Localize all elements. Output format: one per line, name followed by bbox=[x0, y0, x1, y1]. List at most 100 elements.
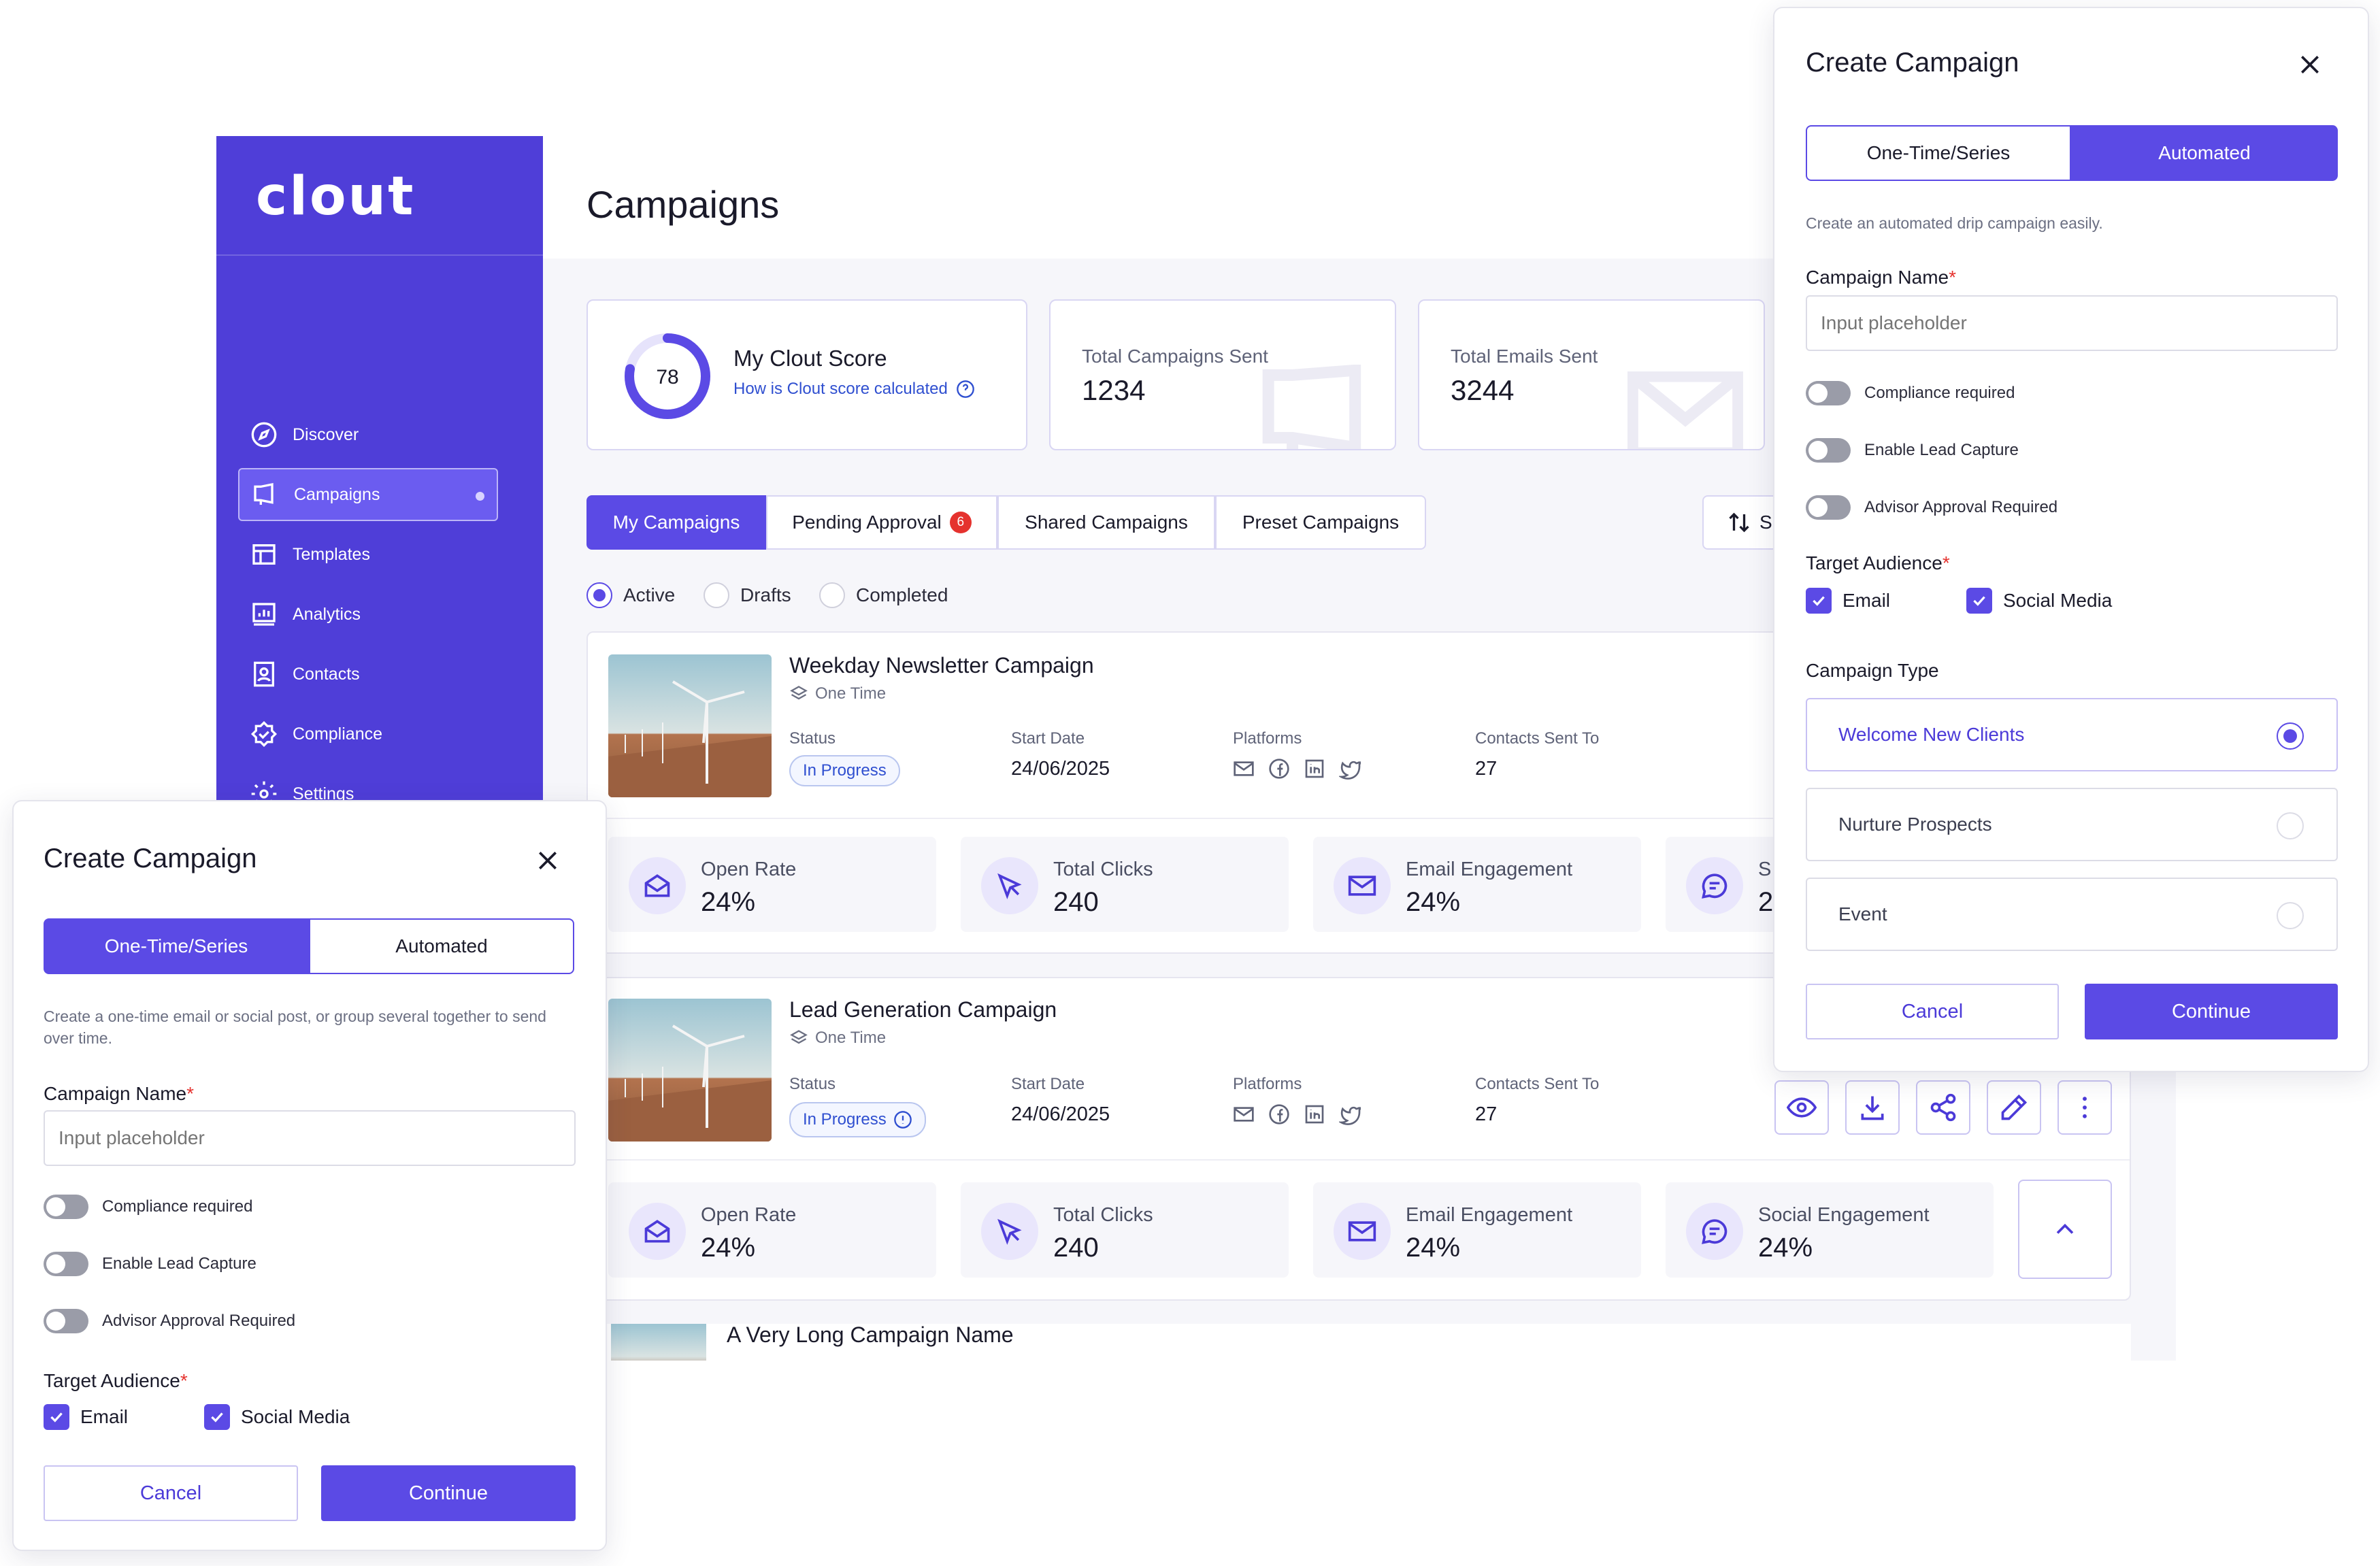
campaign-name-input[interactable] bbox=[44, 1110, 576, 1166]
campaign-thumbnail bbox=[608, 654, 772, 797]
segment-one-time-series[interactable]: One-Time/Series bbox=[1806, 125, 2071, 181]
sidebar-item-templates[interactable]: Templates bbox=[238, 528, 498, 581]
metric-label: S bbox=[1758, 859, 1772, 880]
contacts-label: Contacts Sent To bbox=[1475, 729, 1600, 748]
download-icon bbox=[1861, 1096, 1884, 1120]
segment-automated[interactable]: Automated bbox=[2071, 125, 2338, 181]
metric-label: Email Engagement bbox=[1406, 859, 1573, 880]
collapse-button[interactable] bbox=[2018, 1180, 2112, 1279]
campaign-type-event[interactable]: Event bbox=[1806, 878, 2338, 951]
sidebar-item-discover[interactable]: Discover bbox=[238, 408, 498, 461]
radio-button[interactable] bbox=[2277, 902, 2304, 929]
audience-social-checkbox[interactable]: Social Media bbox=[1966, 588, 2112, 614]
mail-open-icon bbox=[629, 1203, 686, 1260]
continue-button[interactable]: Continue bbox=[2085, 984, 2338, 1039]
sidebar-item-contacts[interactable]: Contacts bbox=[238, 648, 498, 701]
segment-automated[interactable]: Automated bbox=[309, 918, 574, 974]
sidebar-item-analytics[interactable]: Analytics bbox=[238, 588, 498, 641]
toggle-enable-lead-capture[interactable]: Enable Lead Capture bbox=[1806, 438, 2019, 463]
more-vertical-icon bbox=[2083, 1097, 2087, 1118]
toggle-switch[interactable] bbox=[44, 1195, 88, 1219]
toggle-switch[interactable] bbox=[1806, 495, 1851, 520]
metric-value: 240 bbox=[1053, 887, 1099, 917]
required-mark: * bbox=[1949, 267, 1957, 288]
platforms-label: Platforms bbox=[1233, 729, 1302, 748]
status-badge: In Progress bbox=[789, 755, 900, 786]
help-circle-icon bbox=[956, 380, 974, 398]
audience-email-checkbox[interactable]: Email bbox=[1806, 588, 1890, 614]
metric-label: Open Rate bbox=[701, 859, 797, 880]
start-date-value: 24/06/2025 bbox=[1011, 758, 1110, 780]
campaign-type-welcome-new-clients[interactable]: Welcome New Clients bbox=[1806, 698, 2338, 771]
checkbox[interactable] bbox=[1966, 588, 1992, 614]
tab-preset-campaigns[interactable]: Preset Campaigns bbox=[1215, 495, 1426, 550]
metric-label: Social Engagement bbox=[1758, 1204, 1930, 1226]
tab-shared-campaigns[interactable]: Shared Campaigns bbox=[997, 495, 1215, 550]
audience-social-checkbox[interactable]: Social Media bbox=[204, 1404, 350, 1430]
sidebar-item-compliance[interactable]: Compliance bbox=[238, 707, 498, 761]
share-button[interactable] bbox=[1916, 1080, 1970, 1135]
platform-icons bbox=[1233, 758, 1361, 780]
pencil-icon bbox=[2001, 1094, 2028, 1120]
toggle-advisor-approval[interactable]: Advisor Approval Required bbox=[44, 1309, 295, 1333]
required-mark: * bbox=[186, 1083, 195, 1104]
tab-label: My Campaigns bbox=[612, 512, 740, 533]
edit-button[interactable] bbox=[1987, 1080, 2041, 1135]
tab-my-campaigns[interactable]: My Campaigns bbox=[586, 495, 766, 550]
filter-active[interactable]: Active bbox=[586, 582, 675, 608]
label-text: Campaign Name bbox=[1806, 267, 1949, 288]
tab-pending-approval[interactable]: Pending Approval 6 bbox=[766, 495, 997, 550]
linkedin-icon bbox=[1305, 759, 1324, 778]
radio-button[interactable] bbox=[2277, 812, 2304, 839]
campaign-type-nurture-prospects[interactable]: Nurture Prospects bbox=[1806, 788, 2338, 861]
sidebar-item-label: Campaigns bbox=[294, 484, 380, 504]
radio-button[interactable] bbox=[586, 582, 612, 608]
audience-email-checkbox[interactable]: Email bbox=[44, 1404, 128, 1430]
sidebar-item-label: Analytics bbox=[293, 604, 361, 624]
chat-icon bbox=[1686, 1203, 1743, 1260]
score-help-link[interactable]: How is Clout score calculated bbox=[733, 380, 975, 399]
sidebar-item-campaigns[interactable]: Campaigns bbox=[238, 468, 498, 521]
campaign-name-input[interactable] bbox=[1806, 295, 2338, 351]
radio-button[interactable] bbox=[704, 582, 729, 608]
download-button[interactable] bbox=[1845, 1080, 1900, 1135]
divider bbox=[216, 254, 543, 256]
segment-one-time-series[interactable]: One-Time/Series bbox=[44, 918, 309, 974]
close-button[interactable] bbox=[2293, 48, 2327, 82]
sidebar-item-label: Contacts bbox=[293, 664, 360, 684]
close-button[interactable] bbox=[531, 844, 565, 878]
toggle-enable-lead-capture[interactable]: Enable Lead Capture bbox=[44, 1252, 257, 1276]
checkbox[interactable] bbox=[44, 1404, 69, 1430]
contacts-label: Contacts Sent To bbox=[1475, 1075, 1600, 1093]
metric-label: Total Clicks bbox=[1053, 1204, 1153, 1226]
campaigns-sent-card: Total Campaigns Sent 1234 bbox=[1049, 299, 1396, 450]
cancel-button[interactable]: Cancel bbox=[1806, 984, 2059, 1039]
toggle-switch[interactable] bbox=[44, 1309, 88, 1333]
stat-label: Total Emails Sent bbox=[1451, 346, 1598, 367]
contacts-value: 27 bbox=[1475, 758, 1498, 780]
status-label: Status bbox=[789, 729, 836, 748]
toggle-advisor-approval[interactable]: Advisor Approval Required bbox=[1806, 495, 2057, 520]
campaign-type-label: Campaign Type bbox=[1806, 660, 1939, 681]
toggle-switch[interactable] bbox=[1806, 381, 1851, 405]
score-title: My Clout Score bbox=[733, 346, 887, 371]
filter-label: Completed bbox=[856, 584, 948, 605]
view-button[interactable] bbox=[1774, 1080, 1829, 1135]
checkbox[interactable] bbox=[1806, 588, 1832, 614]
more-options-button[interactable] bbox=[2057, 1080, 2112, 1135]
filter-completed[interactable]: Completed bbox=[819, 582, 948, 608]
toggle-switch[interactable] bbox=[44, 1252, 88, 1276]
metric-total-clicks: Total Clicks 240 bbox=[961, 1182, 1289, 1278]
toggle-compliance-required[interactable]: Compliance required bbox=[1806, 381, 2015, 405]
continue-button[interactable]: Continue bbox=[321, 1465, 576, 1521]
cancel-button[interactable]: Cancel bbox=[44, 1465, 298, 1521]
toggle-switch[interactable] bbox=[1806, 438, 1851, 463]
checkbox[interactable] bbox=[204, 1404, 230, 1430]
radio-button[interactable] bbox=[2277, 722, 2304, 750]
toggle-compliance-required[interactable]: Compliance required bbox=[44, 1195, 252, 1219]
filter-drafts[interactable]: Drafts bbox=[704, 582, 791, 608]
radio-button[interactable] bbox=[819, 582, 845, 608]
close-icon bbox=[539, 852, 557, 869]
active-dot bbox=[476, 492, 484, 501]
filter-label: Active bbox=[623, 584, 676, 605]
